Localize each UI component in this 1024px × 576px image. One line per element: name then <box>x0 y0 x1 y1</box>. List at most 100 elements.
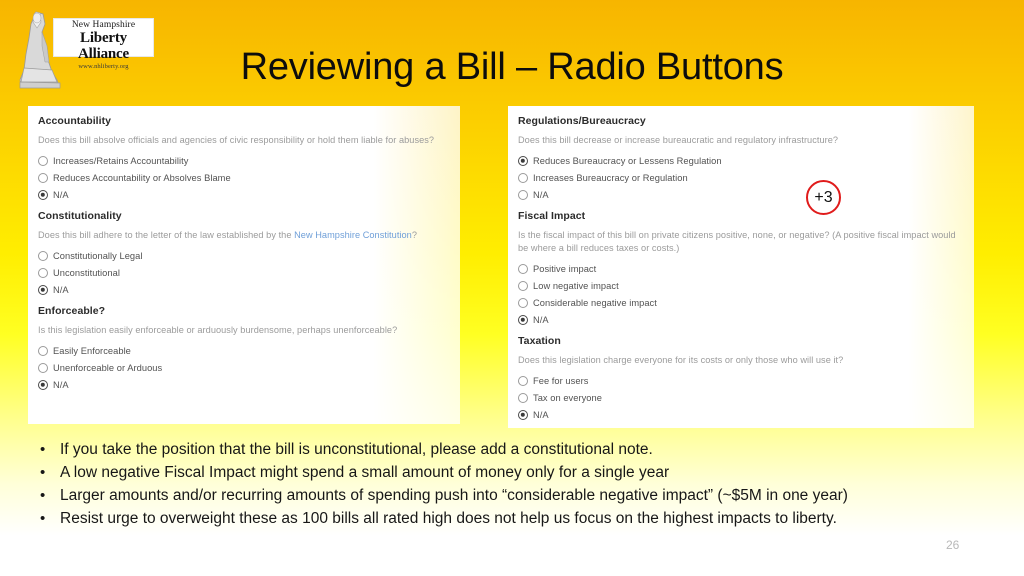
radio-option[interactable]: Increases Bureaucracy or Regulation <box>518 171 964 184</box>
radio-option[interactable]: N/A <box>38 188 450 201</box>
radio-button-icon[interactable] <box>38 267 48 278</box>
radio-button-selected-icon[interactable] <box>38 284 48 295</box>
form-group-title: Enforceable? <box>38 305 106 317</box>
radio-button-selected-icon[interactable] <box>518 409 528 420</box>
radio-option-label: N/A <box>533 314 549 325</box>
bullet-text: Larger amounts and/or recurring amounts … <box>60 487 848 504</box>
radio-option[interactable]: Increases/Retains Accountability <box>38 154 450 167</box>
form-group: Accountability Does this bill absolve off… <box>38 115 450 201</box>
radio-option-label: Positive impact <box>533 263 597 274</box>
form-group: Fiscal Impact Is the fiscal impact of thi… <box>518 210 964 326</box>
bullet-marker-icon: • <box>40 441 46 458</box>
radio-option-label: Unenforceable or Arduous <box>53 362 163 373</box>
radio-option-label: N/A <box>53 284 69 295</box>
radio-option-label: Tax on everyone <box>533 392 602 403</box>
radio-option-label: Increases Bureaucracy or Regulation <box>533 172 688 183</box>
bullet-marker-icon: • <box>40 510 46 527</box>
radio-option[interactable]: Constitutionally Legal <box>38 249 450 262</box>
bullet-list: • If you take the position that the bill … <box>34 438 934 530</box>
description-suffix: ? <box>411 230 418 240</box>
radio-option[interactable]: N/A <box>518 313 964 326</box>
radio-option-label: Reduces Bureaucracy or Lessens Regulatio… <box>533 155 722 166</box>
page-number: 26 <box>946 538 960 552</box>
radio-button-icon[interactable] <box>518 189 528 200</box>
form-group-description: Does this legislation charge everyone fo… <box>518 354 964 367</box>
radio-button-icon[interactable] <box>518 280 528 291</box>
radio-button-icon[interactable] <box>38 172 48 183</box>
radio-option[interactable]: Low negative impact <box>518 279 964 292</box>
list-item: • Resist urge to overweight these as 100 … <box>34 507 934 530</box>
description-text: Is this legislation easily enforceable o… <box>38 325 398 335</box>
radio-option[interactable]: Reduces Bureaucracy or Lessens Regulatio… <box>518 154 964 167</box>
radio-button-icon[interactable] <box>518 375 528 386</box>
radio-option-label: Reduces Accountability or Absolves Blame <box>53 172 231 183</box>
bullet-marker-icon: • <box>40 487 46 504</box>
radio-option[interactable]: Unconstitutional <box>38 266 450 279</box>
form-group-description: Does this bill absolve officials and age… <box>38 134 450 147</box>
radio-option[interactable]: N/A <box>518 408 964 421</box>
radio-option-label: Constitutionally Legal <box>53 250 143 261</box>
radio-option-label: N/A <box>533 409 549 420</box>
radio-option-label: Increases/Retains Accountability <box>53 155 189 166</box>
radio-option[interactable]: N/A <box>38 283 450 296</box>
form-group-title: Regulations/Bureaucracy <box>518 115 646 127</box>
radio-button-icon[interactable] <box>38 362 48 373</box>
description-text: Does this bill adhere to the letter of t… <box>38 230 295 240</box>
form-group-title: Taxation <box>518 335 561 347</box>
radio-option[interactable]: Fee for users <box>518 374 964 387</box>
radio-option-label: Fee for users <box>533 375 589 386</box>
bullet-marker-icon: • <box>40 464 46 481</box>
form-panel-left: Accountability Does this bill absolve off… <box>28 106 460 424</box>
radio-option[interactable]: Positive impact <box>518 262 964 275</box>
radio-button-icon[interactable] <box>38 155 48 166</box>
radio-button-icon[interactable] <box>38 250 48 261</box>
form-group-description: Does this bill decrease or increase bure… <box>518 134 964 147</box>
logo-line-new-hampshire: New Hampshire <box>71 20 136 30</box>
description-text: Does this bill decrease or increase bure… <box>518 135 839 145</box>
radio-button-selected-icon[interactable] <box>518 314 528 325</box>
form-group-title: Constitutionality <box>38 210 122 222</box>
form-group: Enforceable? Is this legislation easily e… <box>38 305 450 391</box>
radio-option-label: Low negative impact <box>533 280 619 291</box>
description-text: Does this legislation charge everyone fo… <box>518 355 844 365</box>
radio-option-label: Unconstitutional <box>53 267 120 278</box>
radio-option[interactable]: Unenforceable or Arduous <box>38 361 450 374</box>
form-group: Taxation Does this legislation charge eve… <box>518 335 964 421</box>
form-group: Regulations/Bureaucracy Does this bill de… <box>518 115 964 201</box>
radio-button-icon[interactable] <box>518 297 528 308</box>
radio-button-selected-icon[interactable] <box>38 379 48 390</box>
list-item: • If you take the position that the bill … <box>34 438 934 461</box>
radio-option-label: N/A <box>53 189 69 200</box>
radio-button-icon[interactable] <box>518 263 528 274</box>
radio-option[interactable]: Considerable negative impact <box>518 296 964 309</box>
bullet-text: If you take the position that the bill i… <box>60 441 653 458</box>
radio-button-selected-icon[interactable] <box>38 189 48 200</box>
bullet-text: A low negative Fiscal Impact might spend… <box>60 464 670 481</box>
radio-option-label: Easily Enforceable <box>53 345 131 356</box>
form-group-description: Is this legislation easily enforceable o… <box>38 324 450 337</box>
radio-option-label: N/A <box>533 189 549 200</box>
radio-option[interactable]: Tax on everyone <box>518 391 964 404</box>
radio-option[interactable]: N/A <box>38 378 450 391</box>
page-title: Reviewing a Bill – Radio Buttons <box>240 46 784 88</box>
nh-constitution-link[interactable]: New Hampshire Constitution <box>294 230 412 240</box>
form-group-description: Is the fiscal impact of this bill on pri… <box>518 229 964 255</box>
form-group: Constitutionality Does this bill adhere t… <box>38 210 450 296</box>
form-group-title: Fiscal Impact <box>518 210 586 222</box>
score-annotation-badge: +3 <box>806 180 841 215</box>
radio-option[interactable]: N/A <box>518 188 964 201</box>
description-text: Does this bill absolve officials and age… <box>38 135 435 145</box>
form-panel-right: Regulations/Bureaucracy Does this bill de… <box>508 106 974 428</box>
radio-button-selected-icon[interactable] <box>518 155 528 166</box>
radio-button-icon[interactable] <box>518 392 528 403</box>
radio-option-label: Considerable negative impact <box>533 297 657 308</box>
radio-button-icon[interactable] <box>518 172 528 183</box>
radio-option-label: N/A <box>53 379 69 390</box>
radio-option[interactable]: Easily Enforceable <box>38 344 450 357</box>
radio-option[interactable]: Reduces Accountability or Absolves Blame <box>38 171 450 184</box>
radio-button-icon[interactable] <box>38 345 48 356</box>
list-item: • Larger amounts and/or recurring amounts… <box>34 484 934 507</box>
slide-canvas: New Hampshire Liberty Alliance www.nhlib… <box>0 0 1024 576</box>
list-item: • A low negative Fiscal Impact might spen… <box>34 461 934 484</box>
description-text: Is the fiscal impact of this bill on pri… <box>518 230 956 253</box>
